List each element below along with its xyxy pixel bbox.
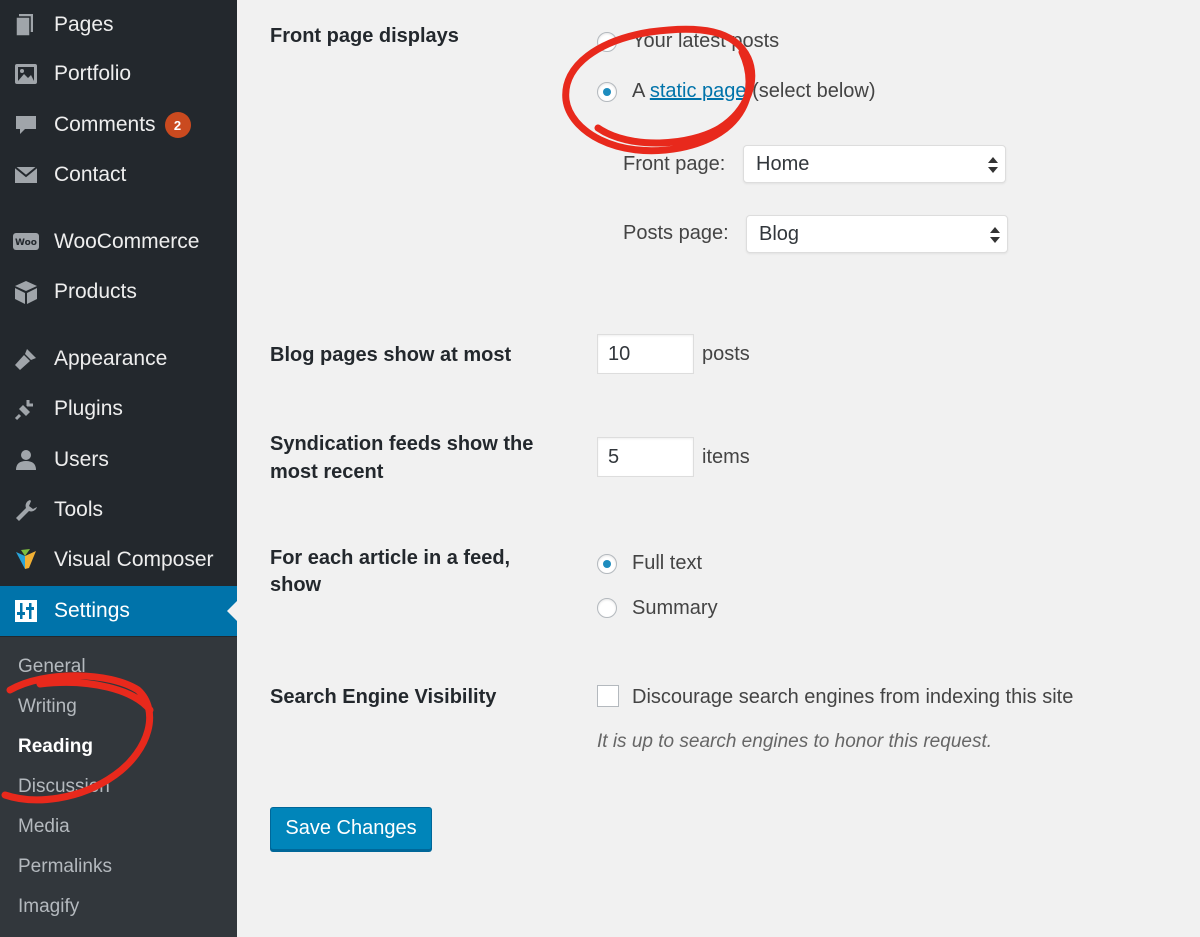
static-page-suffix: (select below): [752, 80, 876, 102]
submenu-item-media[interactable]: Media: [18, 816, 70, 838]
menu-item-label: Contact: [54, 163, 127, 186]
plugins-icon: [12, 395, 40, 423]
full-text-label[interactable]: Full text: [632, 552, 702, 575]
menu-item-label: Portfolio: [54, 62, 132, 85]
menu-item-pages[interactable]: Pages: [0, 0, 237, 50]
items-unit-label: items: [702, 446, 750, 468]
menu-item-appearance[interactable]: Appearance: [0, 334, 237, 384]
select-arrows-icon: [990, 227, 1000, 243]
front-page-select-label: Front page:: [623, 153, 726, 175]
appearance-icon: [12, 345, 40, 373]
search-visibility-description: It is up to search engines to honor this…: [597, 731, 993, 752]
static-page-radio[interactable]: [597, 82, 617, 102]
menu-item-visual-composer[interactable]: Visual Composer: [0, 535, 237, 585]
users-icon: [12, 446, 40, 474]
posts-page-select-value: Blog: [759, 222, 800, 245]
woocommerce-icon: Woo: [12, 228, 40, 256]
summary-label[interactable]: Summary: [632, 597, 718, 620]
menu-item-comments[interactable]: Comments 2: [0, 100, 237, 150]
menu-item-users[interactable]: Users: [0, 435, 237, 485]
menu-item-settings[interactable]: Settings: [0, 586, 237, 636]
comments-icon: [12, 111, 40, 139]
tools-icon: [12, 496, 40, 524]
syndication-label-line1: Syndication feeds show the: [270, 433, 534, 455]
submenu-item-reading[interactable]: Reading: [18, 736, 93, 758]
portfolio-icon: [12, 60, 40, 88]
discourage-search-checkbox[interactable]: [597, 685, 619, 707]
latest-posts-radio[interactable]: [597, 32, 617, 52]
menu-item-label: Products: [54, 280, 137, 303]
latest-posts-label[interactable]: Your latest posts: [632, 30, 779, 53]
full-text-radio[interactable]: [597, 554, 617, 574]
menu-item-woocommerce[interactable]: Woo WooCommerce: [0, 217, 237, 267]
discourage-search-label[interactable]: Discourage search engines from indexing …: [632, 686, 1073, 709]
summary-radio[interactable]: [597, 598, 617, 618]
submenu-item-imagify[interactable]: Imagify: [18, 896, 79, 918]
submenu-item-permalinks[interactable]: Permalinks: [18, 856, 112, 878]
posts-page-select-label: Posts page:: [623, 222, 729, 244]
save-changes-button[interactable]: Save Changes: [270, 807, 432, 850]
contact-icon: [12, 161, 40, 189]
submenu-item-writing[interactable]: Writing: [18, 696, 77, 718]
pages-icon: [12, 11, 40, 39]
feed-items-input[interactable]: 5: [597, 437, 694, 477]
front-page-displays-label: Front page displays: [270, 25, 459, 47]
menu-item-tools[interactable]: Tools: [0, 485, 237, 535]
select-arrows-icon: [988, 157, 998, 173]
menu-item-contact[interactable]: Contact: [0, 150, 237, 200]
feed-article-label-line1: For each article in a feed,: [270, 547, 511, 569]
menu-item-label: Visual Composer: [54, 548, 214, 571]
menu-item-label: WooCommerce: [54, 230, 200, 253]
menu-item-products[interactable]: Products: [0, 267, 237, 317]
posts-per-page-value: 10: [608, 342, 631, 365]
static-page-prefix: A: [632, 80, 645, 102]
menu-item-label: Plugins: [54, 397, 123, 420]
feed-article-label-line2: show: [270, 574, 322, 596]
feed-items-value: 5: [608, 445, 620, 468]
settings-icon: [12, 597, 40, 625]
blog-pages-label: Blog pages show at most: [270, 344, 512, 366]
comments-count-badge: 2: [164, 112, 191, 138]
syndication-label-line2: most recent: [270, 461, 384, 483]
posts-unit-label: posts: [702, 343, 750, 365]
menu-item-label: Pages: [54, 13, 114, 36]
menu-item-plugins[interactable]: Plugins: [0, 384, 237, 434]
front-page-select[interactable]: Home: [743, 145, 1006, 183]
static-page-link[interactable]: static page: [650, 80, 747, 102]
menu-item-label: Users: [54, 448, 109, 471]
svg-text:Woo: Woo: [15, 238, 37, 248]
menu-item-portfolio[interactable]: Portfolio: [0, 49, 237, 99]
front-page-select-value: Home: [756, 152, 810, 175]
products-icon: [12, 278, 40, 306]
visual-composer-icon: [12, 546, 40, 574]
static-page-option-label[interactable]: A static page (select below): [632, 80, 876, 103]
menu-item-label: Appearance: [54, 347, 168, 370]
menu-item-label: Comments: [54, 113, 156, 136]
search-visibility-label: Search Engine Visibility: [270, 686, 497, 708]
submenu-item-discussion[interactable]: Discussion: [18, 776, 110, 798]
settings-submenu: General Writing Reading Discussion Media…: [0, 637, 237, 937]
menu-item-label: Tools: [54, 498, 104, 521]
submenu-item-general[interactable]: General: [18, 656, 86, 678]
posts-per-page-input[interactable]: 10: [597, 334, 694, 374]
menu-item-label: Settings: [54, 599, 130, 622]
posts-page-select[interactable]: Blog: [746, 215, 1008, 253]
admin-sidebar: Pages Portfolio Comments 2 Contact Woo W…: [0, 0, 237, 937]
